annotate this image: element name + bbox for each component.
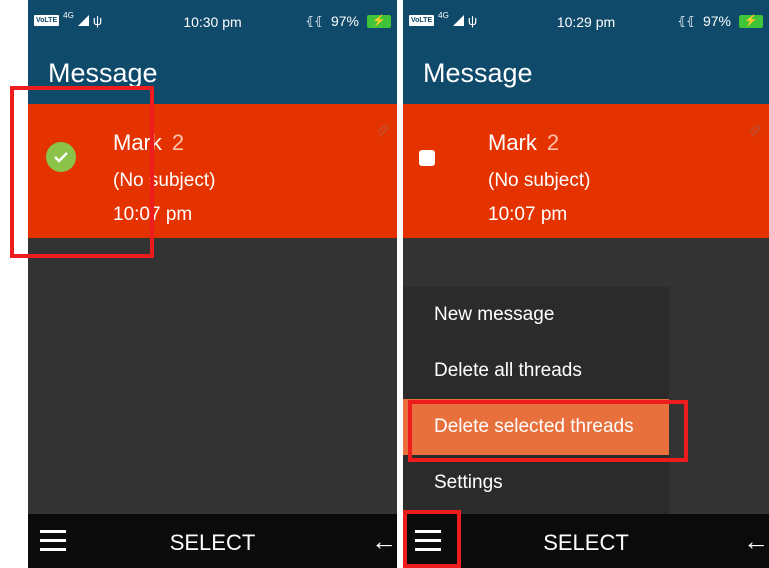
status-bar: VoLTE 4G ψ 10:29 pm ⦃⦃ 97% ⚡ — [403, 0, 769, 46]
thread-count: 2 — [546, 130, 560, 155]
highlight-box-delete-selected — [408, 400, 688, 462]
highlight-box-menu-key — [403, 510, 461, 568]
thread-name: Mark — [488, 130, 537, 155]
select-softkey[interactable]: SELECT — [28, 530, 397, 556]
thread-time: 10:07 pm — [488, 204, 568, 225]
app-title: Message — [48, 58, 158, 88]
app-bar: Message — [403, 46, 769, 104]
status-right: ⦃⦃ 97% ⚡ — [677, 13, 763, 29]
thread-contact: Mark 2 — [488, 130, 559, 156]
menu-item-settings[interactable]: Settings — [403, 455, 669, 511]
battery-percent: 97% — [702, 13, 731, 29]
app-title: Message — [423, 58, 533, 88]
status-bar: VoLTE 4G ψ 10:30 pm ⦃⦃ 97% ⚡ — [28, 0, 397, 46]
highlight-box-selected-thread — [10, 86, 154, 258]
battery-icon: ⚡ — [367, 14, 391, 28]
battery-percent: 97% — [330, 13, 359, 29]
menu-item-new-message[interactable]: New message — [403, 287, 669, 343]
thread-item-mark[interactable]: Mark 2 (No subject) 10:07 pm — [403, 104, 769, 238]
thread-subject: (No subject) — [488, 170, 591, 191]
softkey-bar: SELECT ← — [28, 514, 397, 568]
vibrate-icon: ⦃⦃ — [677, 14, 695, 28]
battery-icon: ⚡ — [739, 14, 763, 28]
attachment-icon — [377, 124, 391, 144]
phone-screen-right: VoLTE 4G ψ 10:29 pm ⦃⦃ 97% ⚡ Message Mar… — [403, 0, 769, 568]
back-arrow-icon[interactable]: ← — [371, 526, 397, 557]
checkbox-icon[interactable] — [419, 150, 435, 166]
back-arrow-icon[interactable]: ← — [743, 526, 769, 557]
menu-item-delete-all-threads[interactable]: Delete all threads — [403, 343, 669, 399]
status-right: ⦃⦃ 97% ⚡ — [305, 13, 391, 29]
attachment-icon — [749, 124, 763, 144]
thread-count: 2 — [171, 130, 185, 155]
vibrate-icon: ⦃⦃ — [305, 14, 323, 28]
